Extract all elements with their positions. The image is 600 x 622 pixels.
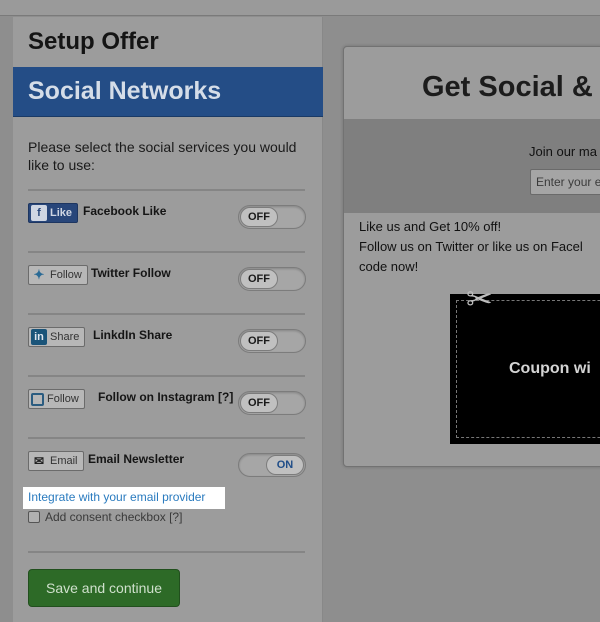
section-title: Social Networks	[28, 77, 222, 105]
service-row-facebook: f Like Facebook Like OFF	[28, 200, 306, 230]
integrate-email-provider-link[interactable]: Integrate with your email provider	[23, 487, 225, 509]
divider	[28, 251, 305, 253]
preview-description: Like us and Get 10% off! Follow us on Tw…	[359, 217, 600, 277]
email-toggle[interactable]: ON	[238, 453, 306, 477]
badge-label: Follow	[50, 269, 82, 281]
toggle-knob: OFF	[240, 393, 278, 413]
badge-label: Follow	[47, 393, 79, 405]
service-row-linkedin: in Share LinkdIn Share OFF	[28, 324, 306, 354]
setup-sidebar: Setup Offer Social Networks Please selec…	[13, 17, 323, 622]
consent-label: Add consent checkbox [?]	[45, 510, 183, 524]
service-row-instagram: Follow Follow on Instagram [?] OFF	[28, 386, 306, 416]
preview-line: Follow us on Twitter or like us on Facel	[359, 239, 583, 254]
service-label: Facebook Like	[83, 204, 167, 218]
service-label: Email Newsletter	[88, 452, 185, 466]
facebook-icon: f	[31, 205, 47, 221]
section-header: Social Networks	[13, 67, 323, 117]
preview-line: Like us and Get 10% off!	[359, 219, 502, 234]
instruction-text: Please select the social services you wo…	[28, 139, 297, 173]
badge-label: Like	[50, 207, 73, 219]
instagram-icon	[31, 392, 44, 406]
toggle-knob: OFF	[240, 331, 278, 351]
service-label: LinkdIn Share	[93, 328, 173, 342]
service-row-email: ✉ Email Email Newsletter ON	[28, 448, 306, 478]
page-title: Setup Offer	[28, 28, 159, 55]
save-and-continue-button[interactable]: Save and continue	[28, 569, 180, 607]
divider	[28, 189, 305, 191]
service-label: Twitter Follow	[91, 266, 171, 280]
newsletter-band: Join our ma Enter your e	[344, 119, 600, 213]
scissors-icon: ✂	[466, 281, 493, 317]
top-bar	[0, 0, 600, 16]
consent-checkbox[interactable]	[28, 511, 40, 523]
preview-line: code now!	[359, 259, 419, 274]
consent-checkbox-row[interactable]: Add consent checkbox [?]	[28, 510, 182, 524]
toggle-knob: OFF	[240, 207, 278, 227]
facebook-toggle[interactable]: OFF	[238, 205, 306, 229]
coupon-box: ✂ Coupon wi	[450, 281, 600, 444]
twitter-bird-icon: ✦	[33, 267, 45, 282]
divider	[28, 551, 305, 553]
divider	[28, 313, 305, 315]
preview-email-input[interactable]: Enter your e	[530, 169, 600, 195]
instagram-follow-badge: Follow	[28, 389, 85, 409]
service-row-twitter: ✦ Follow Twitter Follow OFF	[28, 262, 306, 292]
twitter-follow-badge: ✦ Follow	[28, 265, 88, 285]
toggle-knob: ON	[266, 455, 304, 475]
badge-label: Share	[50, 331, 80, 343]
twitter-toggle[interactable]: OFF	[238, 267, 306, 291]
email-badge: ✉ Email	[28, 451, 84, 471]
service-label: Follow on Instagram [?]	[98, 390, 234, 404]
divider	[28, 437, 305, 439]
linkedin-toggle[interactable]: OFF	[238, 329, 306, 353]
toggle-knob: OFF	[240, 269, 278, 289]
badge-label: Email	[50, 455, 78, 467]
facebook-like-badge: f Like	[28, 203, 79, 223]
instagram-toggle[interactable]: OFF	[238, 391, 306, 415]
envelope-icon: ✉	[33, 454, 45, 468]
coupon-text: Coupon wi	[509, 360, 591, 377]
offer-preview: Get Social & Join our ma Enter your e Li…	[343, 46, 600, 467]
linkedin-share-badge: in Share	[28, 327, 86, 347]
preview-title: Get Social &	[422, 71, 593, 103]
join-text: Join our ma	[529, 144, 597, 159]
linkedin-icon: in	[31, 329, 47, 345]
divider	[28, 375, 305, 377]
